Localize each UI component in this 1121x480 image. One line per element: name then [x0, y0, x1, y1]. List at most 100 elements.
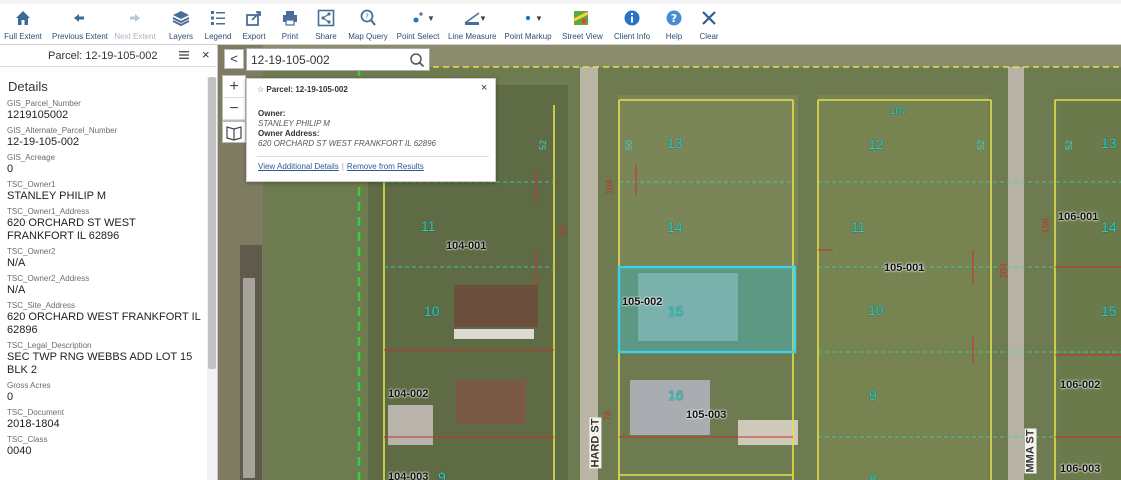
- lot-number-label: 8: [869, 471, 877, 480]
- lot-number-label: 12: [868, 136, 884, 152]
- parcel-id-label: 106-001: [1058, 211, 1099, 223]
- export-button[interactable]: Export: [240, 8, 268, 44]
- export-icon: [246, 11, 261, 26]
- detail-field: Gross Acres 0: [7, 381, 51, 403]
- street-view-icon: [573, 11, 589, 25]
- layers-button[interactable]: Layers: [168, 8, 194, 44]
- parcel-id-label: 104-003: [388, 471, 429, 480]
- panel-close-icon[interactable]: ×: [202, 47, 210, 62]
- chevron-down-icon: ▼: [535, 14, 543, 23]
- lot-number-label: 107: [890, 106, 907, 117]
- book-icon: [226, 126, 242, 141]
- point-select-button[interactable]: ▼ Point Select: [396, 8, 440, 44]
- svg-text:?: ?: [671, 12, 677, 25]
- street-view-button[interactable]: Street View: [562, 8, 603, 44]
- zoom-out-button[interactable]: −: [223, 98, 245, 120]
- lot-number-label: 15: [1101, 303, 1117, 319]
- close-icon: [702, 11, 716, 25]
- client-info-button[interactable]: Client Info: [614, 8, 650, 44]
- detail-field: TSC_Class 0040: [7, 435, 48, 457]
- dimension-label: 208: [998, 263, 1009, 279]
- parcel-details-panel: Parcel: 12-19-105-002 × Details GIS_Parc…: [0, 45, 218, 480]
- toolbar: Full Extent Previous Extent Next Extent …: [0, 0, 1121, 45]
- search-input[interactable]: [251, 51, 401, 68]
- detail-field: GIS_Parcel_Number 1219105002: [7, 99, 81, 121]
- point-markup-button[interactable]: ▼ Point Markup: [504, 8, 552, 44]
- popup-divider: [257, 156, 489, 157]
- details-heading: Details: [8, 79, 48, 94]
- remove-from-results-link[interactable]: Remove from Results: [347, 162, 424, 171]
- detail-field: TSC_Owner2_Address N/A: [7, 274, 90, 296]
- lot-number-label: 9: [438, 469, 446, 480]
- detail-field: TSC_Owner1_Address 620 ORCHARD ST WEST FR…: [7, 207, 136, 242]
- lot-number-label: 11: [421, 218, 436, 234]
- lot-number-label: 16: [668, 387, 684, 403]
- lot-number-label: 11: [851, 219, 866, 235]
- parcel-id-label: 105-003: [686, 409, 727, 421]
- popup-body: Owner: STANLEY PHILIP M Owner Address: 6…: [258, 109, 436, 148]
- collapse-panel-button[interactable]: <: [224, 49, 244, 69]
- map-view[interactable]: 13 12 13 14 11 11 14 10 15 10 15 16 9 8 …: [218, 45, 1121, 480]
- popup-close-icon[interactable]: ×: [481, 82, 487, 94]
- next-extent-button[interactable]: Next Extent: [114, 8, 156, 44]
- lot-number-label: 10: [868, 302, 884, 318]
- detail-field: TSC_Legal_Description SEC TWP RNG WEBBS A…: [7, 341, 193, 376]
- detail-field: TSC_Owner2 N/A: [7, 247, 56, 269]
- lot-number-label: 15: [668, 303, 684, 319]
- previous-extent-button[interactable]: Previous Extent: [52, 8, 108, 44]
- panel-title: Parcel: 12-19-105-002: [48, 50, 158, 62]
- popup-title: ☆ Parcel: 12-19-105-002: [257, 85, 348, 94]
- share-button[interactable]: Share: [313, 8, 339, 44]
- full-extent-button[interactable]: Full Extent: [4, 8, 42, 44]
- print-button[interactable]: Print: [277, 8, 303, 44]
- point-select-icon: [413, 12, 423, 23]
- menu-icon[interactable]: [178, 49, 190, 61]
- street-label-orchard: HARD ST: [589, 417, 602, 469]
- help-button[interactable]: ? Help: [663, 8, 685, 44]
- popup-links: View Additional Details | Remove from Resu…: [258, 162, 424, 171]
- dimension-label: 52: [976, 139, 987, 151]
- parcel-popup: ☆ Parcel: 12-19-105-002 × Owner: STANLEY…: [246, 78, 496, 182]
- view-additional-details-link[interactable]: View Additional Details: [258, 162, 339, 171]
- scrollbar-thumb[interactable]: [208, 77, 216, 369]
- dimension-label: 156: [1040, 218, 1051, 234]
- parcel-id-label: 105-001: [884, 262, 925, 274]
- lot-number-label: 10: [424, 303, 440, 319]
- parcel-id-label: 106-002: [1060, 379, 1101, 391]
- parcel-id-label: 104-001: [446, 240, 487, 252]
- lot-number-label: 14: [667, 219, 683, 235]
- street-label-emma: MMA ST: [1024, 428, 1037, 474]
- search-icon[interactable]: [409, 52, 425, 68]
- detail-field: TSC_Owner1 STANLEY PHILIP M: [7, 180, 107, 202]
- detail-field: GIS_Alternate_Parcel_Number 12-19-105-002: [7, 126, 118, 148]
- arrow-left-icon: [74, 14, 84, 22]
- panel-scrollbar[interactable]: [207, 77, 217, 480]
- dimension-label: 52: [558, 224, 569, 236]
- clear-button[interactable]: Clear: [698, 8, 720, 44]
- dimension-label: 52: [1064, 139, 1075, 151]
- details-field-list: GIS_Parcel_Number 1219105002 GIS_Alternat…: [7, 99, 205, 462]
- parcel-id-label: 104-002: [388, 388, 429, 400]
- bookmark-button[interactable]: [222, 121, 246, 143]
- layers-icon: [172, 11, 190, 27]
- detail-field: TSC_Document 2018-1804: [7, 408, 64, 430]
- lot-number-label: 13: [1101, 135, 1117, 151]
- toolbar-top-strip: [0, 0, 1121, 4]
- lot-number-label: 14: [1101, 219, 1117, 235]
- legend-button[interactable]: Legend: [204, 8, 232, 44]
- chevron-down-icon: ▼: [479, 14, 487, 23]
- info-icon: [624, 10, 640, 26]
- chevron-down-icon: ▼: [427, 14, 435, 23]
- dimension-label: 50: [624, 139, 635, 151]
- panel-header: Parcel: 12-19-105-002 ×: [0, 45, 218, 67]
- dimension-label: 52: [538, 139, 549, 151]
- zoom-in-button[interactable]: +: [223, 76, 245, 98]
- line-measure-button[interactable]: ▼ Line Measure: [448, 8, 496, 44]
- lot-number-label: 13: [667, 135, 683, 151]
- dimension-label: 78: [603, 410, 614, 422]
- map-query-button[interactable]: ? Map Query: [347, 8, 389, 44]
- dimension-label: 104: [604, 179, 615, 195]
- arrow-right-icon: [130, 14, 140, 22]
- parcel-id-label: 105-002: [622, 296, 663, 308]
- star-icon[interactable]: ☆: [257, 85, 264, 94]
